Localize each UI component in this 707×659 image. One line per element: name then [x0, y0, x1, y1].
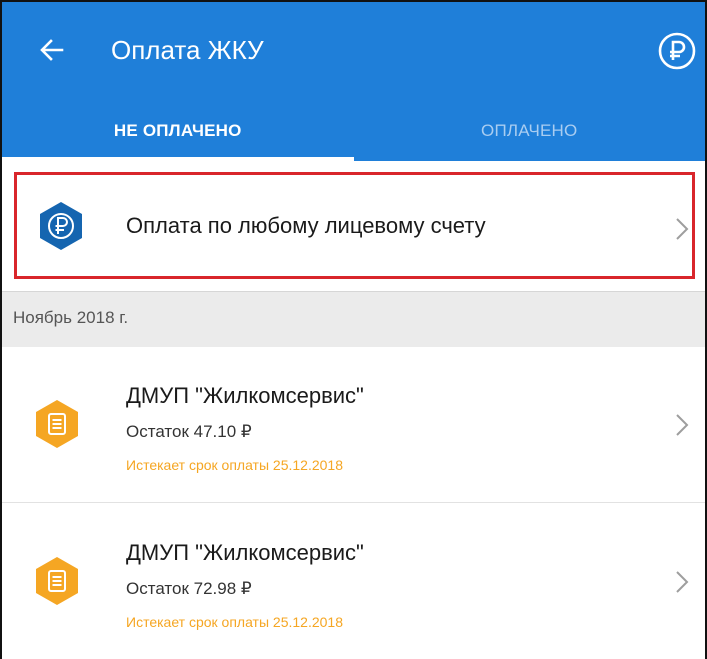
bill-due-date: Истекает срок оплаты 25.12.2018	[126, 614, 343, 630]
section-header: Ноябрь 2018 г.	[2, 291, 705, 347]
ruble-circle-icon	[658, 32, 696, 70]
arrow-left-icon	[40, 39, 64, 61]
bill-remainder: Остаток 72.98 ₽	[126, 579, 252, 598]
bill-provider: ДМУП "Жилкомсервис"	[126, 383, 364, 408]
section-title: Ноябрь 2018 г.	[13, 308, 129, 327]
ruble-button[interactable]	[656, 30, 698, 72]
app-screen: Оплата ЖКУ НЕ ОПЛАЧЕНО ОПЛАЧЕНО Оплата п…	[0, 0, 707, 659]
bill-due-date: Истекает срок оплаты 25.12.2018	[126, 457, 343, 473]
chevron-right-icon	[672, 217, 692, 241]
document-hexagon-icon	[34, 399, 80, 449]
pay-any-account-label: Оплата по любому лицевому счету	[126, 213, 486, 238]
tab-bar: НЕ ОПЛАЧЕНО ОПЛАЧЕНО	[2, 100, 705, 161]
ruble-hexagon-icon	[38, 201, 84, 251]
pay-any-account-row[interactable]: Оплата по любому лицевому счету	[14, 172, 695, 279]
page-title: Оплата ЖКУ	[111, 35, 264, 65]
chevron-right-icon	[672, 413, 692, 437]
bill-remainder: Остаток 47.10 ₽	[126, 422, 252, 441]
bill-provider: ДМУП "Жилкомсервис"	[126, 540, 364, 565]
tab-unpaid[interactable]: НЕ ОПЛАЧЕНО	[2, 100, 354, 161]
bill-row[interactable]: ДМУП "Жилкомсервис" Остаток 72.98 ₽ Исте…	[2, 504, 705, 659]
tab-paid[interactable]: ОПЛАЧЕНО	[354, 100, 706, 161]
back-button[interactable]	[34, 32, 70, 68]
chevron-right-icon	[672, 570, 692, 594]
document-hexagon-icon	[34, 556, 80, 606]
app-bar: Оплата ЖКУ НЕ ОПЛАЧЕНО ОПЛАЧЕНО	[2, 2, 705, 161]
bill-row[interactable]: ДМУП "Жилкомсервис" Остаток 47.10 ₽ Исте…	[2, 347, 705, 503]
